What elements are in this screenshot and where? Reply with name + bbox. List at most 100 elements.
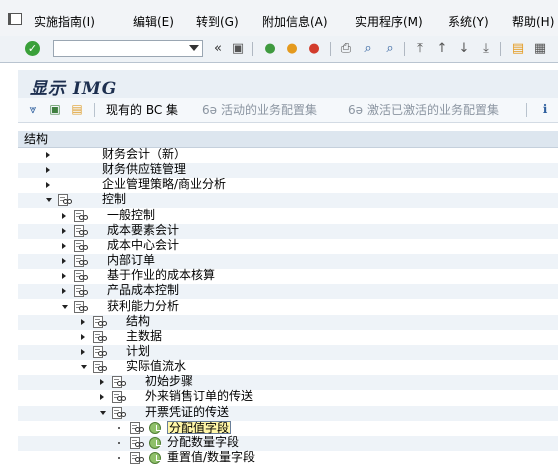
execute-activity-icon[interactable] xyxy=(149,452,162,464)
tree-row[interactable]: 成本要素会计 xyxy=(18,223,558,239)
tree-node-label[interactable]: 分配数量字段 xyxy=(167,435,239,449)
tree-node-label[interactable]: 财务会计（新） xyxy=(102,148,186,161)
expand-node-icon[interactable] xyxy=(62,288,66,295)
tree-row[interactable]: 计划 xyxy=(18,344,558,360)
tree-row[interactable]: 分配数量字段 xyxy=(18,435,558,451)
tree-node-label[interactable]: 主数据 xyxy=(126,329,162,343)
existing-bc-sets-button[interactable]: 现有的 BC 集 xyxy=(106,102,178,118)
tree-row[interactable]: 产品成本控制 xyxy=(18,284,558,300)
glasses-icon xyxy=(79,229,88,236)
exit-icon[interactable]: ● xyxy=(284,41,300,57)
tree-row[interactable]: 主数据 xyxy=(18,329,558,345)
execute-activity-icon[interactable] xyxy=(149,436,162,449)
tree-node-label[interactable]: 外来销售订单的传送 xyxy=(145,390,253,403)
expand-node-icon[interactable] xyxy=(81,333,85,340)
menu-system[interactable]: 系统(Y) xyxy=(448,13,489,31)
expand-node-icon[interactable] xyxy=(46,152,50,158)
expand-subtree-icon[interactable]: ⩔ xyxy=(26,102,40,116)
expand-node-icon[interactable] xyxy=(62,212,66,219)
tree-row[interactable]: 初始步骤 xyxy=(18,375,558,391)
expand-node-icon[interactable] xyxy=(62,242,66,249)
tree-node-label[interactable]: 产品成本控制 xyxy=(107,284,179,297)
tree-node-label[interactable]: 基于作业的成本核算 xyxy=(107,269,215,282)
expand-node-icon[interactable] xyxy=(100,394,104,401)
glasses-icon xyxy=(117,411,126,418)
collapse-node-icon[interactable] xyxy=(100,410,106,415)
cancel-icon[interactable]: ● xyxy=(306,41,322,57)
tree-row[interactable]: 内部订单 xyxy=(18,254,558,270)
tree-row[interactable]: 企业管理策略/商业分析 xyxy=(18,178,558,193)
documentation-icon[interactable]: ℹ xyxy=(538,102,552,116)
expand-node-icon[interactable] xyxy=(81,318,85,325)
command-field[interactable] xyxy=(53,40,203,57)
menu-edit[interactable]: 编辑(E) xyxy=(133,13,174,31)
activated-bc-sets-button[interactable]: 激活已激活的业务配置集 xyxy=(367,102,499,118)
glasses-icon xyxy=(135,441,144,448)
menu-utilities[interactable]: 实用程序(M) xyxy=(355,13,423,31)
print-icon[interactable]: ⎙ xyxy=(338,41,354,57)
shortcut-icon[interactable]: ▦ xyxy=(532,41,548,57)
menu-help[interactable]: 帮助(H) xyxy=(512,13,554,31)
tree-row[interactable]: 一般控制 xyxy=(18,208,558,224)
active-bc-sets-button[interactable]: 活动的业务配置集 xyxy=(221,102,317,118)
find-icon[interactable]: ⌕ xyxy=(360,41,376,57)
tree-node-label[interactable]: 结构 xyxy=(126,314,150,328)
tree-row[interactable]: 财务会计（新） xyxy=(18,148,558,163)
menu-implementation-guide[interactable]: 实施指南(I) xyxy=(34,13,95,31)
tree-node-label[interactable]: 成本要素会计 xyxy=(107,223,179,237)
tree-node-label[interactable]: 初始步骤 xyxy=(145,375,193,388)
tree-node-label[interactable]: 重置值/数量字段 xyxy=(167,451,255,464)
info-icon[interactable]: ▣ xyxy=(48,102,62,116)
menu-extras[interactable]: 附加信息(A) xyxy=(262,13,328,31)
tree-node-label[interactable]: 财务供应链管理 xyxy=(102,163,186,176)
tree-row[interactable]: 成本中心会计 xyxy=(18,238,558,254)
tree-node-label[interactable]: 企业管理策略/商业分析 xyxy=(102,178,226,191)
tree-row[interactable]: 获利能力分析 xyxy=(18,299,558,315)
tree-row[interactable]: 财务供应链管理 xyxy=(18,163,558,179)
tree-row[interactable]: 控制 xyxy=(18,193,558,209)
bookmark-icon[interactable]: ▤ xyxy=(70,102,84,116)
new-session-icon[interactable]: ▤ xyxy=(510,41,526,57)
previous-page-icon[interactable]: ↑ xyxy=(434,41,450,57)
tree-row[interactable]: 开票凭证的传送 xyxy=(18,405,558,421)
expand-node-icon[interactable] xyxy=(62,273,66,280)
tree-node-label[interactable]: 分配值字段 xyxy=(167,420,232,434)
tree-node-label[interactable]: 开票凭证的传送 xyxy=(145,405,229,419)
tree-node-label[interactable]: 内部订单 xyxy=(107,254,155,267)
tree-node-label[interactable]: 获利能力分析 xyxy=(107,299,179,313)
find-next-icon[interactable]: ⌕ xyxy=(382,41,398,57)
tree-row[interactable]: 结构 xyxy=(18,314,558,330)
next-page-icon[interactable]: ↓ xyxy=(456,41,472,57)
first-page-icon[interactable]: ⤒ xyxy=(412,41,428,57)
collapse-node-icon[interactable] xyxy=(81,365,87,370)
menu-goto[interactable]: 转到(G) xyxy=(196,13,239,31)
back-icon[interactable]: ● xyxy=(262,41,278,57)
tree-row[interactable]: 重置值/数量字段 xyxy=(18,451,558,466)
tree-node-label[interactable]: 一般控制 xyxy=(107,208,155,222)
tree-row[interactable]: 基于作业的成本核算 xyxy=(18,269,558,284)
collapse-node-icon[interactable] xyxy=(46,198,52,203)
execute-activity-icon[interactable] xyxy=(149,421,162,434)
save-icon[interactable]: ▣ xyxy=(230,41,246,57)
collapse-command-icon[interactable]: « xyxy=(210,41,226,57)
command-dropdown-icon[interactable] xyxy=(189,45,199,51)
expand-node-icon[interactable] xyxy=(46,182,50,189)
tree-row[interactable]: 外来销售订单的传送 xyxy=(18,390,558,405)
expand-node-icon[interactable] xyxy=(46,167,50,174)
expand-node-icon[interactable] xyxy=(100,379,104,386)
window-menu-icon[interactable] xyxy=(8,13,22,25)
tree-node-label[interactable]: 计划 xyxy=(126,344,150,358)
tree-node-label[interactable]: 控制 xyxy=(102,193,126,206)
expand-node-icon[interactable] xyxy=(62,258,66,265)
tree-row[interactable]: 实际值流水 xyxy=(18,360,558,375)
collapse-node-icon[interactable] xyxy=(62,304,68,309)
tree-node-label[interactable]: 成本中心会计 xyxy=(107,238,179,252)
expand-node-icon[interactable] xyxy=(62,227,66,234)
tree-row[interactable]: 分配值字段 xyxy=(18,420,558,436)
leaf-node-icon xyxy=(118,426,120,429)
enter-check-icon[interactable]: ✓ xyxy=(25,41,40,56)
tree-node-label[interactable]: 实际值流水 xyxy=(126,360,186,373)
last-page-icon[interactable]: ⤓ xyxy=(478,41,494,57)
expand-node-icon[interactable] xyxy=(81,348,85,355)
leaf-node-icon xyxy=(118,457,120,459)
